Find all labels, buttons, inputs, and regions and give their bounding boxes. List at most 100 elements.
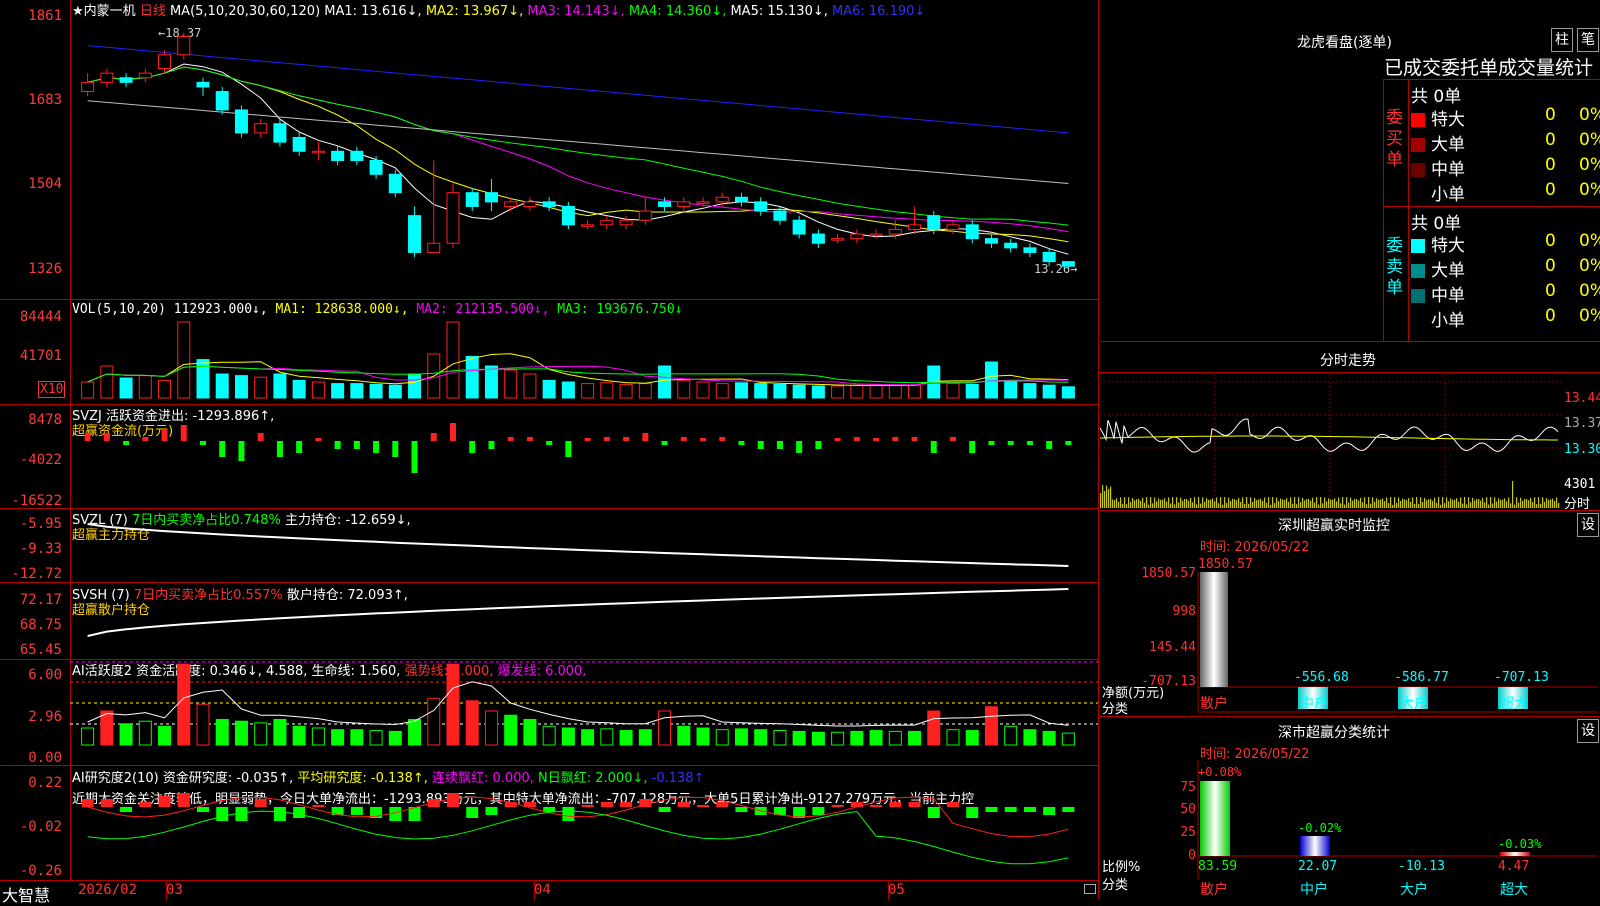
intraday-volume (1184, 498, 1186, 508)
trade-view-button[interactable]: 笔 (1577, 28, 1599, 52)
intraday-volume (1178, 502, 1180, 508)
intraday-volume (1268, 497, 1270, 508)
vol-label: VOL(5,10,20) (72, 302, 166, 317)
class-bar (1300, 836, 1330, 856)
activity-bar (196, 703, 210, 746)
intraday-volume (1498, 498, 1500, 508)
candle-body (1042, 251, 1056, 263)
intraday-volume (1546, 498, 1548, 508)
intraday-volume (1528, 500, 1530, 508)
class-value: 4.47 (1498, 859, 1529, 874)
intraday-volume (1542, 497, 1544, 508)
intraday-volume (1334, 498, 1336, 508)
candle-body (773, 210, 787, 221)
activity-bar (177, 663, 191, 746)
color-swatch-icon (1411, 289, 1425, 303)
period-label[interactable]: 日线 (140, 4, 166, 19)
intraday-volume (1124, 497, 1126, 508)
activity-bar (484, 710, 498, 746)
intraday-volume (1322, 503, 1324, 508)
candlestick-chart[interactable] (70, 18, 1098, 280)
class-pct-label: -0.03% (1498, 837, 1542, 851)
intraday-volume (1490, 497, 1492, 508)
intraday-chart[interactable] (1099, 374, 1562, 508)
intraday-volume (1266, 502, 1268, 508)
intraday-volume (1122, 503, 1124, 508)
ma-line-6 (87, 45, 1069, 134)
activity-bar (600, 728, 614, 746)
lock-icon[interactable] (1084, 884, 1096, 894)
order-row: 小单 0 0% (1411, 306, 1600, 331)
intraday-volume (1404, 499, 1406, 508)
intraday-volume (1512, 481, 1514, 508)
research-bar (427, 799, 440, 807)
intraday-volume (1240, 502, 1242, 508)
candle-body (446, 192, 460, 244)
date-tick (166, 882, 167, 900)
intraday-volume (1406, 500, 1408, 508)
order-size-label: 小单 (1431, 311, 1465, 331)
capital-flow-chart (84, 423, 1072, 473)
flow-bar (834, 438, 841, 441)
volume-bar (581, 383, 595, 399)
volume-bar (946, 383, 960, 399)
activity-bar (504, 714, 518, 746)
research-bar (197, 807, 209, 812)
intraday-volume (1294, 497, 1296, 508)
intraday-volume (1130, 502, 1132, 508)
column-view-button[interactable]: 柱 (1551, 28, 1573, 52)
flow-bar (142, 437, 149, 441)
intraday-volume (1466, 504, 1468, 508)
intraday-volume (1382, 498, 1384, 508)
category-label: 大户 (1400, 881, 1428, 898)
flow-bar (219, 441, 226, 457)
retail-holding-line (87, 588, 1069, 637)
research-bar (812, 807, 825, 815)
sz-class-ylabel: 比例% (1102, 860, 1141, 875)
candle-body (658, 201, 672, 207)
intraday-volume (1272, 497, 1274, 508)
sz-monitor-xlabel: 分类 (1102, 702, 1129, 717)
color-swatch-icon (1411, 239, 1425, 253)
svsh-tick: 68.75 (19, 617, 62, 633)
intraday-volume (1456, 498, 1458, 508)
activity-bar (831, 731, 845, 746)
activity-bar (119, 723, 133, 746)
sz-monitor-settings-button[interactable]: 设 (1577, 513, 1599, 537)
sz-class-settings-button[interactable]: 设 (1577, 719, 1599, 743)
intraday-volume (1312, 497, 1314, 508)
research-bar (466, 807, 479, 818)
candle-body (888, 228, 902, 235)
order-size-label: 大单 (1431, 135, 1465, 155)
color-swatch-icon (1411, 138, 1425, 152)
intraday-volume (1192, 502, 1194, 508)
intraday-volume (1298, 497, 1300, 508)
candle-body (619, 219, 633, 226)
research-bar (1062, 807, 1075, 812)
intraday-volume (1548, 500, 1550, 508)
intraday-volume (1520, 497, 1522, 508)
flow-bar (315, 438, 322, 441)
activity-bar (215, 719, 229, 746)
intraday-volume (1462, 503, 1464, 508)
favorite-star-icon[interactable]: ★ (72, 4, 84, 19)
order-count: 0 (1545, 180, 1556, 200)
intraday-volume (1262, 500, 1264, 508)
vol-ma-line (87, 353, 1069, 386)
vol-value: 112923.000↓, (173, 302, 268, 317)
volume-bar (773, 383, 787, 399)
volume-bar (715, 383, 729, 399)
brand-logo: 大智慧 (2, 886, 51, 905)
intraday-volume (1494, 497, 1496, 508)
activity-bar (446, 663, 460, 746)
ma-line-5 (87, 100, 1069, 184)
research-bar (985, 807, 998, 812)
intraday-volume (1226, 502, 1228, 508)
intraday-volume (1176, 497, 1178, 508)
order-percent: 0% (1579, 281, 1600, 301)
intraday-volume (1558, 502, 1560, 508)
volume-bar (484, 365, 498, 399)
volume-bar (811, 385, 825, 399)
intraday-volume (1344, 504, 1346, 508)
intraday-volume (1208, 499, 1210, 508)
